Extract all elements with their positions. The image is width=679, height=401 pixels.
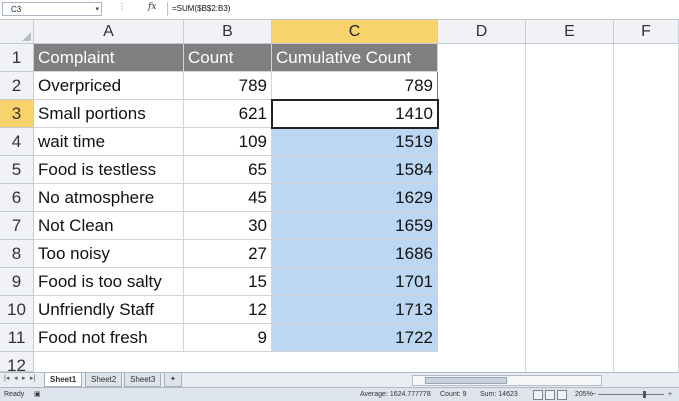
cell-cumulative[interactable]: 1686 — [272, 240, 438, 268]
cell-count[interactable]: 9 — [184, 324, 272, 352]
column-header-c[interactable]: C — [272, 20, 438, 44]
formula-input[interactable]: =SUM($B$2:B3) — [167, 2, 679, 16]
formula-buttons: ⋮ — [118, 2, 132, 11]
zoom-slider-thumb[interactable] — [643, 391, 646, 398]
row-header-4[interactable]: 4 — [0, 128, 34, 156]
zoom-in-icon[interactable]: + — [668, 388, 672, 401]
row-header-7[interactable]: 7 — [0, 212, 34, 240]
cell-count[interactable]: 65 — [184, 156, 272, 184]
row-header-1[interactable]: 1 — [0, 44, 34, 72]
row-header-6[interactable]: 6 — [0, 184, 34, 212]
cell-cumulative[interactable]: 1519 — [272, 128, 438, 156]
cell-complaint[interactable]: Unfriendly Staff — [34, 296, 184, 324]
header-cell-complaint[interactable]: Complaint — [34, 44, 184, 72]
cell-cumulative[interactable]: 789 — [272, 72, 438, 100]
empty-row-12[interactable] — [34, 352, 679, 372]
cell-count[interactable]: 27 — [184, 240, 272, 268]
cell-count[interactable]: 12 — [184, 296, 272, 324]
formula-bar: C3 ▾ ⋮ fx =SUM($B$2:B3) — [0, 0, 679, 20]
column-header-b[interactable]: B — [184, 20, 272, 44]
select-all-corner[interactable] — [0, 20, 34, 44]
column-header-d[interactable]: D — [438, 20, 526, 44]
header-cell-cumulative-count[interactable]: Cumulative Count — [272, 44, 438, 72]
last-sheet-icon[interactable]: ▸| — [30, 374, 35, 382]
empty-column-e[interactable] — [526, 44, 614, 372]
row-header-5[interactable]: 5 — [0, 156, 34, 184]
insert-sheet-icon[interactable]: ✦ — [164, 373, 182, 387]
cell-complaint[interactable]: Not Clean — [34, 212, 184, 240]
normal-view-icon[interactable] — [533, 390, 543, 400]
tab-sheet2[interactable]: Sheet2 — [85, 373, 123, 387]
tab-sheet3[interactable]: Sheet3 — [124, 373, 162, 387]
tab-sheet1[interactable]: Sheet1 — [44, 373, 83, 387]
chevron-down-icon[interactable]: ▾ — [95, 3, 99, 17]
status-bar: Ready ▣ Average: 1624.777778 Count: 9 Su… — [0, 387, 679, 401]
page-break-icon[interactable] — [557, 390, 567, 400]
cell-complaint[interactable]: No atmosphere — [34, 184, 184, 212]
insert-function-icon[interactable]: fx — [148, 2, 156, 12]
sheet-tab-bar: |◂ ◂ ▸ ▸| Sheet1 Sheet2 Sheet3 ✦ — [0, 372, 679, 387]
cell-count[interactable]: 45 — [184, 184, 272, 212]
horizontal-scrollbar[interactable] — [412, 375, 602, 386]
macro-record-icon[interactable]: ▣ — [34, 388, 41, 401]
name-box[interactable]: C3 ▾ — [2, 2, 102, 16]
status-zoom[interactable]: 205% — [575, 388, 593, 401]
cell-count[interactable]: 789 — [184, 72, 272, 100]
status-average: Average: 1624.777778 — [360, 391, 431, 398]
cell-cumulative[interactable]: 1584 — [272, 156, 438, 184]
row-header-2[interactable]: 2 — [0, 72, 34, 100]
cell-cumulative[interactable]: 1629 — [272, 184, 438, 212]
status-mode: Ready — [4, 391, 25, 398]
name-box-value: C3 — [11, 5, 22, 14]
zoom-out-icon[interactable]: − — [592, 388, 596, 401]
cell-complaint[interactable]: Small portions — [34, 100, 184, 128]
cell-complaint[interactable]: Food is too salty — [34, 268, 184, 296]
status-count: Count: 9 — [440, 391, 467, 398]
cell-cumulative[interactable]: 1701 — [272, 268, 438, 296]
cell-cumulative[interactable]: 1722 — [272, 324, 438, 352]
cell-complaint[interactable]: Food not fresh — [34, 324, 184, 352]
zoom-slider[interactable] — [598, 394, 664, 395]
prev-sheet-icon[interactable]: ◂ — [14, 374, 18, 382]
cell-count[interactable]: 109 — [184, 128, 272, 156]
row-header-9[interactable]: 9 — [0, 268, 34, 296]
cell-complaint[interactable]: Overpriced — [34, 72, 184, 100]
row-header-11[interactable]: 11 — [0, 324, 34, 352]
cell-cumulative[interactable]: 1410 — [272, 100, 438, 128]
status-sum: Sum: 14623 — [480, 391, 518, 398]
cell-complaint[interactable]: wait time — [34, 128, 184, 156]
cell-complaint[interactable]: Too noisy — [34, 240, 184, 268]
row-header-8[interactable]: 8 — [0, 240, 34, 268]
cell-complaint[interactable]: Food is testless — [34, 156, 184, 184]
first-sheet-icon[interactable]: |◂ — [4, 374, 9, 382]
empty-column-f[interactable] — [614, 44, 679, 372]
cell-count[interactable]: 15 — [184, 268, 272, 296]
cell-count[interactable]: 30 — [184, 212, 272, 240]
row-header-3[interactable]: 3 — [0, 100, 34, 128]
scroll-thumb[interactable] — [425, 377, 507, 384]
empty-column-d[interactable] — [438, 44, 526, 372]
cell-count[interactable]: 621 — [184, 100, 272, 128]
column-header-e[interactable]: E — [526, 20, 614, 44]
resize-handle-icon[interactable]: ⋮ — [118, 2, 126, 11]
header-cell-count[interactable]: Count — [184, 44, 272, 72]
row-header-12[interactable]: 12 — [0, 352, 34, 375]
page-layout-icon[interactable] — [545, 390, 555, 400]
next-sheet-icon[interactable]: ▸ — [22, 374, 26, 382]
column-header-f[interactable]: F — [614, 20, 679, 44]
cell-cumulative[interactable]: 1713 — [272, 296, 438, 324]
cell-cumulative[interactable]: 1659 — [272, 212, 438, 240]
column-header-a[interactable]: A — [34, 20, 184, 44]
row-header-10[interactable]: 10 — [0, 296, 34, 324]
